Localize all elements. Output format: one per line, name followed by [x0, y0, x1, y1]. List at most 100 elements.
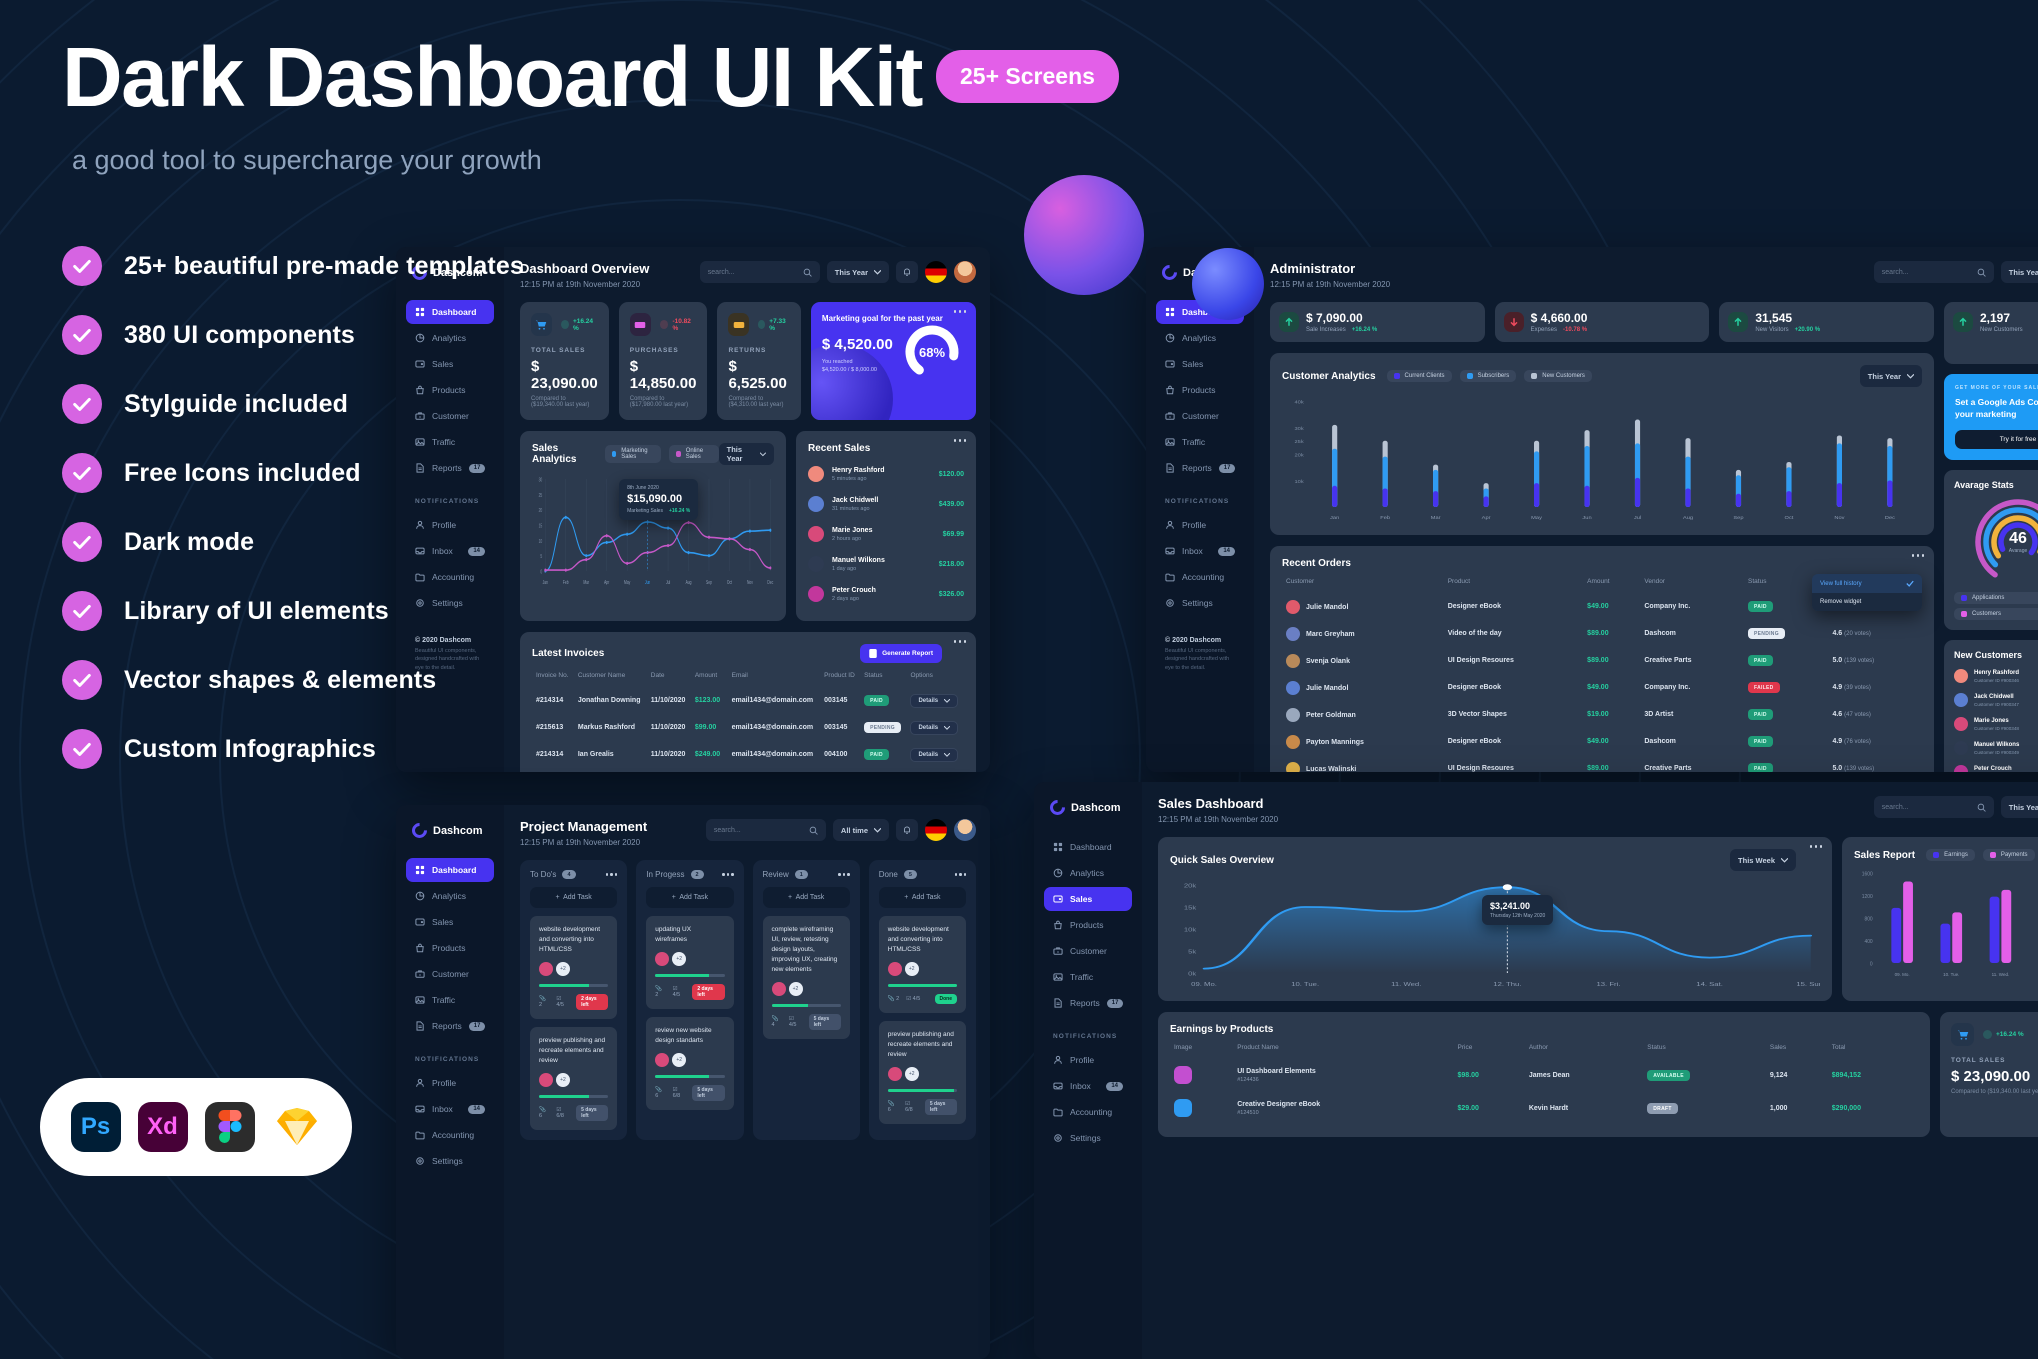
sidebar-item-sales[interactable]: Sales [406, 910, 494, 934]
add-task-button[interactable]: + Add Task [878, 887, 966, 908]
period-select[interactable]: This Year [2000, 261, 2038, 283]
sidebar-item-profile[interactable]: Profile [406, 1071, 494, 1095]
try-free-button[interactable]: Try it for free [1955, 430, 2038, 449]
sidebar-item-dashboard[interactable]: Dashboard [406, 858, 494, 882]
card-menu-icon[interactable] [1911, 554, 1924, 557]
image-icon [1165, 438, 1175, 446]
period-select[interactable]: All time [832, 819, 889, 841]
page-subtitle: a good tool to supercharge your growth [72, 145, 542, 176]
table-row[interactable]: Peter Goldman 3D Vector Shapes $19.00 3D… [1282, 701, 1922, 728]
sidebar-item-settings[interactable]: Settings [1044, 1126, 1132, 1150]
sidebar-item-accounting[interactable]: Accounting [1156, 565, 1244, 589]
period-select[interactable]: This Year [2000, 796, 2038, 818]
sidebar-item-sales[interactable]: Sales [1156, 352, 1244, 376]
menu-item-remove-widget[interactable]: Remove widget [1812, 593, 1922, 611]
sidebar-item-customer[interactable]: Customer [406, 962, 494, 986]
task-card[interactable]: preview publishing and recreate elements… [530, 1027, 618, 1131]
recent-orders-panel: Recent Orders Customer Product Amount Vendo… [1270, 546, 1934, 772]
sidebar-item-settings[interactable]: Settings [406, 1149, 494, 1173]
task-card[interactable]: website development and converting into … [878, 916, 966, 1014]
column-header: Product [1447, 578, 1471, 585]
sidebar-item-accounting[interactable]: Accounting [1044, 1100, 1132, 1124]
list-item[interactable]: Manuel Wilkons Customer ID #900349 [1954, 736, 2038, 760]
sidebar-item-accounting[interactable]: Accounting [406, 1123, 494, 1147]
feature-label: Custom Infographics [124, 734, 376, 763]
sidebar-item-dashboard[interactable]: Dashboard [1044, 835, 1132, 859]
column-header: Sales [1769, 1044, 1787, 1051]
sidebar-item-inbox[interactable]: Inbox 14 [1156, 539, 1244, 563]
sidebar-item-products[interactable]: Products [1044, 913, 1132, 937]
sidebar-item-analytics[interactable]: Analytics [1156, 326, 1244, 350]
wallet-icon [1165, 360, 1175, 368]
sidebar-item-products[interactable]: Products [1156, 378, 1244, 402]
kanban-column: Review 1 + Add Task complete wireframing… [752, 860, 860, 1141]
sidebar-item-profile[interactable]: Profile [1156, 513, 1244, 537]
column-header: Amount [1587, 578, 1610, 585]
card-menu-icon[interactable] [1809, 845, 1822, 848]
legend-item[interactable]: Customers [1954, 608, 2038, 620]
progress-bar [539, 984, 609, 988]
list-item[interactable]: Jack Chidwell Customer ID #900347 [1954, 688, 2038, 712]
column-menu-icon[interactable] [954, 873, 966, 876]
task-card[interactable]: updating UX wireframes +2 📎 2 ☑ 4/5 2 da… [646, 916, 734, 1010]
sidebar-item-profile[interactable]: Profile [1044, 1048, 1132, 1072]
table-row[interactable]: Lucas Walinski UI Design Resoures $89.00… [1282, 755, 1922, 772]
sidebar-item-traffic[interactable]: Traffic [1156, 430, 1244, 454]
sidebar-item-analytics[interactable]: Analytics [1044, 861, 1132, 885]
search-input[interactable]: search... [1873, 796, 1994, 818]
check-icon [62, 384, 102, 425]
sidebar-item-label: Analytics [432, 891, 467, 901]
task-card[interactable]: review new website design standarts +2 📎… [646, 1017, 734, 1111]
column-menu-icon[interactable] [605, 873, 618, 876]
column-menu-icon[interactable] [838, 873, 850, 876]
sidebar-item-reports[interactable]: Reports 17 [406, 1014, 494, 1038]
legend-item[interactable]: Earnings [1926, 849, 1975, 861]
legend-item[interactable]: Subscribers [1459, 370, 1517, 382]
table-row[interactable]: Marc Greyham Video of the day $89.00 Das… [1282, 620, 1922, 647]
column-menu-icon[interactable] [722, 873, 734, 876]
sidebar-item-sales[interactable]: Sales [1044, 887, 1132, 911]
sidebar-item-settings[interactable]: Settings [1156, 591, 1244, 615]
task-card[interactable]: website development and converting into … [530, 916, 618, 1020]
chart-period-select[interactable]: This Year [1859, 365, 1922, 387]
task-card[interactable]: complete wireframing UI, review, retesti… [762, 916, 850, 1040]
sidebar-item-reports[interactable]: Reports 17 [1044, 991, 1132, 1015]
table-row[interactable]: UI Dashboard Elements #124436 $98.00 Jame… [1170, 1059, 1918, 1092]
progress-bar [887, 1089, 957, 1093]
sidebar-item-customer[interactable]: Customer [1156, 404, 1244, 428]
chart-period-select[interactable]: This Week [1730, 849, 1796, 871]
menu-item-view-history[interactable]: View full history [1812, 574, 1922, 593]
legend-item[interactable]: Applications [1954, 592, 2038, 604]
avatar[interactable] [954, 819, 976, 841]
search-input[interactable]: search... [705, 819, 826, 841]
sidebar-item-customer[interactable]: Customer [1044, 939, 1132, 963]
sidebar-item-reports[interactable]: Reports 17 [1156, 456, 1244, 480]
sidebar-item-traffic[interactable]: Traffic [406, 988, 494, 1012]
table-row[interactable]: Creative Designer eBook #124510 $29.00 Ke… [1170, 1092, 1918, 1125]
sidebar-item-analytics[interactable]: Analytics [406, 884, 494, 908]
search-input[interactable]: search... [1873, 261, 1994, 283]
language-flag-icon[interactable] [925, 819, 947, 841]
sidebar-item-inbox[interactable]: Inbox 14 [1044, 1074, 1132, 1098]
list-item[interactable]: Peter Crouch Customer ID #900350 [1954, 760, 2038, 772]
table-row[interactable]: Julie Mandol Designer eBook $49.00 Compa… [1282, 674, 1922, 701]
list-item[interactable]: Marie Jones Customer ID #900348 [1954, 712, 2038, 736]
sidebar-item-products[interactable]: Products [406, 936, 494, 960]
notifications-button[interactable] [896, 819, 918, 841]
sidebar-item-traffic[interactable]: Traffic [1044, 965, 1132, 989]
sidebar-item-inbox[interactable]: Inbox 14 [406, 1097, 494, 1121]
svg-text:Oct: Oct [1785, 515, 1794, 521]
feature-label: Free Icons included [124, 458, 361, 487]
legend-item[interactable]: New Customers [1524, 370, 1592, 382]
legend-item[interactable]: Current Clients [1386, 370, 1452, 382]
add-task-button[interactable]: + Add Task [762, 887, 850, 908]
kanban-column: Done 5 + Add Task website development an… [868, 860, 976, 1141]
add-task-button[interactable]: + Add Task [646, 887, 734, 908]
legend-item[interactable]: Payments [1982, 849, 2035, 861]
table-row[interactable]: Svenja Olank UI Design Resoures $89.00 C… [1282, 647, 1922, 674]
table-row[interactable]: Payton Mannings Designer eBook $49.00 Da… [1282, 728, 1922, 755]
add-task-button[interactable]: + Add Task [530, 887, 618, 908]
task-card[interactable]: preview publishing and recreate elements… [878, 1021, 966, 1125]
list-item[interactable]: Henry Rashford Customer ID #900346 [1954, 664, 2038, 688]
due-badge: 2 days left [692, 984, 725, 1001]
